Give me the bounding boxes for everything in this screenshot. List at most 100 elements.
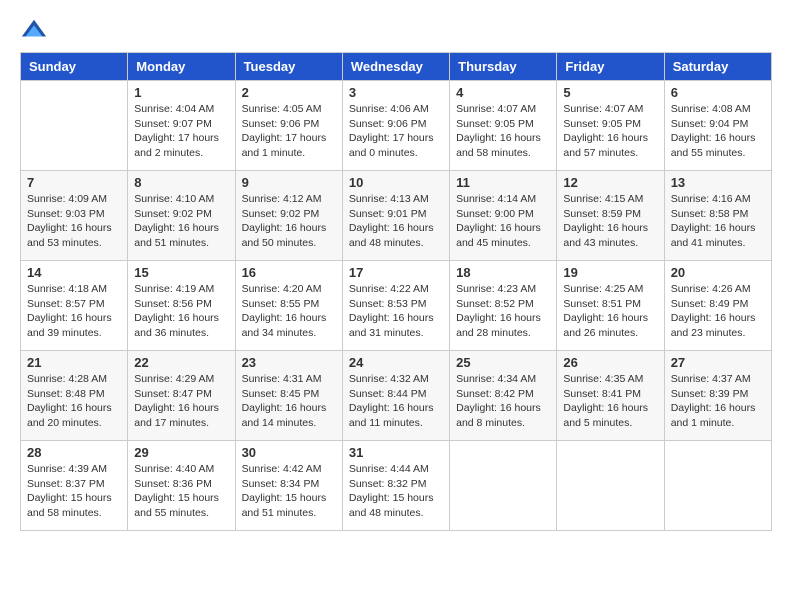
day-number: 14 <box>27 265 121 280</box>
calendar-table: Sunday Monday Tuesday Wednesday Thursday… <box>20 52 772 531</box>
day-info: Sunrise: 4:14 AM Sunset: 9:00 PM Dayligh… <box>456 192 550 251</box>
day-info: Sunrise: 4:07 AM Sunset: 9:05 PM Dayligh… <box>563 102 657 161</box>
day-number: 3 <box>349 85 443 100</box>
day-info: Sunrise: 4:34 AM Sunset: 8:42 PM Dayligh… <box>456 372 550 431</box>
day-number: 25 <box>456 355 550 370</box>
day-info: Sunrise: 4:37 AM Sunset: 8:39 PM Dayligh… <box>671 372 765 431</box>
day-cell: 5 Sunrise: 4:07 AM Sunset: 9:05 PM Daylig… <box>557 81 664 171</box>
day-cell: 1Sunrise: 4:04 AM Sunset: 9:07 PM Daylig… <box>128 81 235 171</box>
day-cell <box>21 81 128 171</box>
day-info: Sunrise: 4:13 AM Sunset: 9:01 PM Dayligh… <box>349 192 443 251</box>
day-number: 23 <box>242 355 336 370</box>
day-number: 18 <box>456 265 550 280</box>
day-cell: 23 Sunrise: 4:31 AM Sunset: 8:45 PM Dayli… <box>235 351 342 441</box>
col-saturday: Saturday <box>664 53 771 81</box>
day-cell: 30 Sunrise: 4:42 AM Sunset: 8:34 PM Dayli… <box>235 441 342 531</box>
day-info: Sunrise: 4:18 AM Sunset: 8:57 PM Dayligh… <box>27 282 121 341</box>
day-cell: 11 Sunrise: 4:14 AM Sunset: 9:00 PM Dayli… <box>450 171 557 261</box>
day-cell: 10Sunrise: 4:13 AM Sunset: 9:01 PM Dayli… <box>342 171 449 261</box>
day-info: Sunrise: 4:23 AM Sunset: 8:52 PM Dayligh… <box>456 282 550 341</box>
header-row: Sunday Monday Tuesday Wednesday Thursday… <box>21 53 772 81</box>
day-cell: 3 Sunrise: 4:06 AM Sunset: 9:06 PM Daylig… <box>342 81 449 171</box>
day-info: Sunrise: 4:07 AM Sunset: 9:05 PM Dayligh… <box>456 102 550 161</box>
day-number: 19 <box>563 265 657 280</box>
day-cell: 8 Sunrise: 4:10 AM Sunset: 9:02 PM Daylig… <box>128 171 235 261</box>
day-info: Sunrise: 4:15 AM Sunset: 8:59 PM Dayligh… <box>563 192 657 251</box>
header <box>20 16 772 44</box>
day-cell: 20 Sunrise: 4:26 AM Sunset: 8:49 PM Dayli… <box>664 261 771 351</box>
day-number: 5 <box>563 85 657 100</box>
day-cell: 7 Sunrise: 4:09 AM Sunset: 9:03 PM Daylig… <box>21 171 128 261</box>
day-number: 12 <box>563 175 657 190</box>
day-cell: 4 Sunrise: 4:07 AM Sunset: 9:05 PM Daylig… <box>450 81 557 171</box>
day-number: 17 <box>349 265 443 280</box>
col-sunday: Sunday <box>21 53 128 81</box>
day-number: 13 <box>671 175 765 190</box>
day-number: 2 <box>242 85 336 100</box>
day-info: Sunrise: 4:05 AM Sunset: 9:06 PM Dayligh… <box>242 102 336 161</box>
day-info: Sunrise: 4:35 AM Sunset: 8:41 PM Dayligh… <box>563 372 657 431</box>
day-info: Sunrise: 4:06 AM Sunset: 9:06 PM Dayligh… <box>349 102 443 161</box>
logo <box>20 16 52 44</box>
day-info: Sunrise: 4:25 AM Sunset: 8:51 PM Dayligh… <box>563 282 657 341</box>
day-number: 11 <box>456 175 550 190</box>
day-cell: 12 Sunrise: 4:15 AM Sunset: 8:59 PM Dayli… <box>557 171 664 261</box>
col-tuesday: Tuesday <box>235 53 342 81</box>
day-cell <box>450 441 557 531</box>
day-info: Sunrise: 4:40 AM Sunset: 8:36 PM Dayligh… <box>134 462 228 521</box>
day-info: Sunrise: 4:42 AM Sunset: 8:34 PM Dayligh… <box>242 462 336 521</box>
day-info: Sunrise: 4:20 AM Sunset: 8:55 PM Dayligh… <box>242 282 336 341</box>
day-cell: 29 Sunrise: 4:40 AM Sunset: 8:36 PM Dayli… <box>128 441 235 531</box>
day-info: Sunrise: 4:32 AM Sunset: 8:44 PM Dayligh… <box>349 372 443 431</box>
day-info: Sunrise: 4:29 AM Sunset: 8:47 PM Dayligh… <box>134 372 228 431</box>
day-info: Sunrise: 4:28 AM Sunset: 8:48 PM Dayligh… <box>27 372 121 431</box>
day-cell: 24 Sunrise: 4:32 AM Sunset: 8:44 PM Dayli… <box>342 351 449 441</box>
day-cell: 19 Sunrise: 4:25 AM Sunset: 8:51 PM Dayli… <box>557 261 664 351</box>
day-number: 16 <box>242 265 336 280</box>
day-cell: 25 Sunrise: 4:34 AM Sunset: 8:42 PM Dayli… <box>450 351 557 441</box>
week-row-2: 7 Sunrise: 4:09 AM Sunset: 9:03 PM Daylig… <box>21 171 772 261</box>
day-cell: 17 Sunrise: 4:22 AM Sunset: 8:53 PM Dayli… <box>342 261 449 351</box>
day-number: 29 <box>134 445 228 460</box>
day-number: 21 <box>27 355 121 370</box>
day-number: 1 <box>134 85 228 100</box>
day-number: 24 <box>349 355 443 370</box>
day-info: Sunrise: 4:26 AM Sunset: 8:49 PM Dayligh… <box>671 282 765 341</box>
day-cell: 27 Sunrise: 4:37 AM Sunset: 8:39 PM Dayli… <box>664 351 771 441</box>
day-cell: 31Sunrise: 4:44 AM Sunset: 8:32 PM Dayli… <box>342 441 449 531</box>
day-number: 28 <box>27 445 121 460</box>
week-row-3: 14 Sunrise: 4:18 AM Sunset: 8:57 PM Dayli… <box>21 261 772 351</box>
day-info: Sunrise: 4:44 AM Sunset: 8:32 PM Dayligh… <box>349 462 443 521</box>
day-cell <box>557 441 664 531</box>
day-info: Sunrise: 4:22 AM Sunset: 8:53 PM Dayligh… <box>349 282 443 341</box>
week-row-4: 21 Sunrise: 4:28 AM Sunset: 8:48 PM Dayli… <box>21 351 772 441</box>
day-cell <box>664 441 771 531</box>
day-number: 4 <box>456 85 550 100</box>
day-number: 30 <box>242 445 336 460</box>
day-number: 15 <box>134 265 228 280</box>
col-thursday: Thursday <box>450 53 557 81</box>
col-friday: Friday <box>557 53 664 81</box>
day-number: 27 <box>671 355 765 370</box>
logo-icon <box>20 16 48 44</box>
day-number: 20 <box>671 265 765 280</box>
day-info: Sunrise: 4:12 AM Sunset: 9:02 PM Dayligh… <box>242 192 336 251</box>
day-number: 26 <box>563 355 657 370</box>
day-cell: 21 Sunrise: 4:28 AM Sunset: 8:48 PM Dayli… <box>21 351 128 441</box>
day-cell: 2 Sunrise: 4:05 AM Sunset: 9:06 PM Daylig… <box>235 81 342 171</box>
day-number: 22 <box>134 355 228 370</box>
day-cell: 26 Sunrise: 4:35 AM Sunset: 8:41 PM Dayli… <box>557 351 664 441</box>
day-cell: 14 Sunrise: 4:18 AM Sunset: 8:57 PM Dayli… <box>21 261 128 351</box>
day-info: Sunrise: 4:10 AM Sunset: 9:02 PM Dayligh… <box>134 192 228 251</box>
day-number: 6 <box>671 85 765 100</box>
day-info: Sunrise: 4:16 AM Sunset: 8:58 PM Dayligh… <box>671 192 765 251</box>
col-wednesday: Wednesday <box>342 53 449 81</box>
day-info: Sunrise: 4:09 AM Sunset: 9:03 PM Dayligh… <box>27 192 121 251</box>
week-row-1: 1Sunrise: 4:04 AM Sunset: 9:07 PM Daylig… <box>21 81 772 171</box>
day-cell: 15Sunrise: 4:19 AM Sunset: 8:56 PM Dayli… <box>128 261 235 351</box>
day-number: 7 <box>27 175 121 190</box>
day-info: Sunrise: 4:31 AM Sunset: 8:45 PM Dayligh… <box>242 372 336 431</box>
day-number: 8 <box>134 175 228 190</box>
day-info: Sunrise: 4:39 AM Sunset: 8:37 PM Dayligh… <box>27 462 121 521</box>
day-number: 9 <box>242 175 336 190</box>
